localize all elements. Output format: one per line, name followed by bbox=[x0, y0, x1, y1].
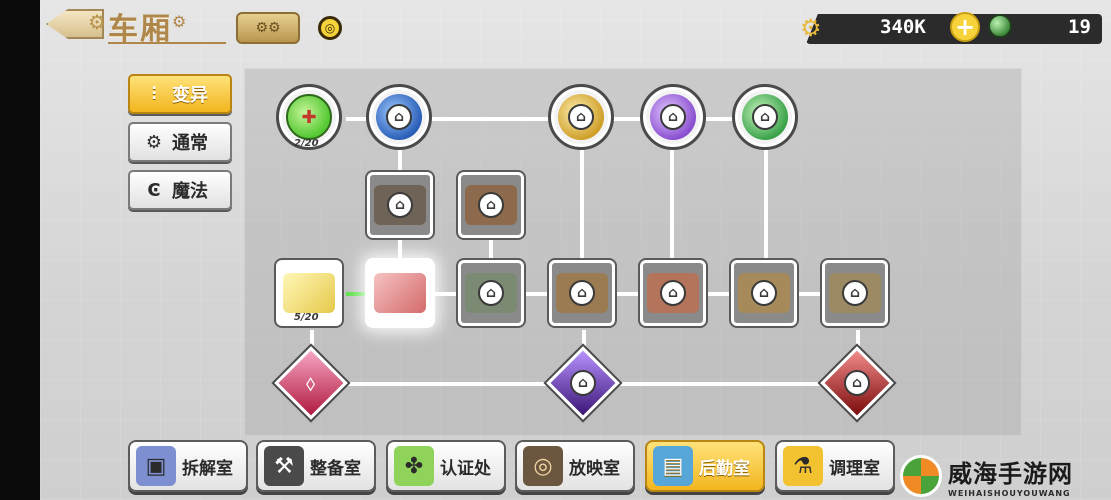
connector bbox=[580, 150, 584, 262]
ingredient-node-locked[interactable]: ⌂ bbox=[640, 260, 706, 326]
ingredient-node-locked[interactable]: ⌂ bbox=[458, 260, 524, 326]
back-button[interactable]: ⚙ bbox=[44, 6, 106, 42]
coin-icon[interactable]: ◎ bbox=[318, 16, 342, 40]
gear-icon: ⚙ bbox=[145, 131, 163, 153]
lock-icon: ⌂ bbox=[660, 104, 686, 130]
gear-currency-icon: ⚙ bbox=[800, 14, 822, 42]
wrap-icon: ⌂ bbox=[465, 273, 517, 313]
connector bbox=[670, 150, 674, 262]
watermark-logo-icon bbox=[900, 455, 942, 497]
tab-label: 魔法 bbox=[172, 181, 208, 202]
cheese-progress: 5/20 bbox=[294, 312, 319, 323]
nav-label: 整备室 bbox=[310, 458, 361, 479]
lock-icon: ⌂ bbox=[387, 192, 413, 218]
game-screen: ⚙ 车厢 ⚙ ⚙⚙ ◎ ⚙ 340K + 19 ⫶ 变异 ⚙ 通常 Ͼ 魔法 ✚… bbox=[0, 0, 1111, 500]
lock-icon: ⌂ bbox=[570, 370, 596, 396]
connector bbox=[764, 150, 768, 262]
nav-label: 认证处 bbox=[440, 458, 491, 479]
basket-icon: ⌂ bbox=[556, 273, 608, 313]
green-bottle-icon: ⌂ bbox=[742, 94, 788, 140]
ingredient-node-locked[interactable]: ⌂ bbox=[367, 172, 433, 238]
title-gear-icon: ⚙ bbox=[172, 12, 187, 31]
nav-logistics-room[interactable]: ▤ 后勤室 bbox=[645, 440, 765, 492]
nav-certification-office[interactable]: ✤ 认证处 bbox=[386, 440, 506, 492]
nav-label: 后勤室 bbox=[699, 458, 750, 479]
nav-label: 放映室 bbox=[569, 458, 620, 479]
cooking-icon: ⚗ bbox=[783, 446, 823, 486]
purple-potion-node[interactable]: ⌂ bbox=[640, 84, 706, 150]
bread-basket-icon: ⌂ bbox=[738, 273, 790, 313]
nav-cooking-room[interactable]: ⚗ 调理室 bbox=[775, 440, 895, 492]
ingredient-node-locked[interactable]: ⌂ bbox=[458, 172, 524, 238]
anvil-icon: ⚒ bbox=[264, 446, 304, 486]
tab-normal[interactable]: ⚙ 通常 bbox=[128, 122, 232, 162]
meat-rock-icon: ⌂ bbox=[374, 185, 426, 225]
train-emblem-icon: ⚙⚙ bbox=[236, 12, 300, 44]
tab-label: 通常 bbox=[172, 133, 208, 154]
watermark: 威海手游网 WEIHAISHOUYOUWANG bbox=[900, 452, 1105, 500]
cheese-icon bbox=[283, 273, 335, 313]
crystal-icon: ⬨ bbox=[306, 370, 316, 396]
red-crystal-icon: ⌂ bbox=[844, 370, 870, 396]
logistics-icon: ▤ bbox=[653, 446, 693, 486]
tech-tree-panel bbox=[244, 68, 1022, 436]
nav-label: 调理室 bbox=[829, 458, 880, 479]
purple-crystal-icon: ⌂ bbox=[570, 370, 596, 396]
lock-icon: ⌂ bbox=[844, 370, 870, 396]
tab-magic[interactable]: Ͼ 魔法 bbox=[128, 170, 232, 210]
lock-icon: ⌂ bbox=[752, 104, 778, 130]
gem-icon bbox=[988, 14, 1012, 38]
connector bbox=[489, 236, 493, 262]
lock-icon: ⌂ bbox=[478, 280, 504, 306]
lock-icon: ⌂ bbox=[386, 104, 412, 130]
gold-potion-icon: ⌂ bbox=[558, 94, 604, 140]
bacon-icon bbox=[374, 273, 426, 313]
tab-label: 变异 bbox=[172, 85, 208, 106]
puzzle-icon: ✤ bbox=[394, 446, 434, 486]
watermark-subtext: WEIHAISHOUYOUWANG bbox=[948, 489, 1071, 498]
nav-disassembly-room[interactable]: ▣ 拆解室 bbox=[128, 440, 248, 492]
lock-icon: ⌂ bbox=[569, 280, 595, 306]
disassembly-icon: ▣ bbox=[136, 446, 176, 486]
gear-icon: ⚙ bbox=[88, 10, 106, 34]
lock-icon: ⌂ bbox=[842, 280, 868, 306]
green-potion-icon: ✚ bbox=[286, 94, 332, 140]
mutation-icon: ⫶ bbox=[151, 83, 157, 105]
magic-icon: Ͼ bbox=[147, 179, 161, 201]
potion-progress: 2/20 bbox=[294, 138, 319, 149]
blue-potion-node[interactable]: ⌂ bbox=[366, 84, 432, 150]
cookie-icon: ⌂ bbox=[465, 185, 517, 225]
ingredient-node-locked[interactable]: ⌂ bbox=[731, 260, 797, 326]
purple-potion-icon: ⌂ bbox=[650, 94, 696, 140]
lock-icon: ⌂ bbox=[751, 280, 777, 306]
lock-icon: ⌂ bbox=[478, 192, 504, 218]
cutting-board-icon: ⌂ bbox=[829, 273, 881, 313]
nav-maintenance-room[interactable]: ⚒ 整备室 bbox=[256, 440, 376, 492]
title-underline bbox=[108, 42, 226, 44]
tab-mutation[interactable]: ⫶ 变异 bbox=[128, 74, 232, 114]
gem-amount: 19 bbox=[1068, 16, 1091, 38]
connector-active bbox=[346, 292, 366, 296]
nav-screening-room[interactable]: ◎ 放映室 bbox=[515, 440, 635, 492]
screen-edge bbox=[0, 0, 40, 500]
lock-icon: ⌂ bbox=[568, 104, 594, 130]
add-currency-button[interactable]: + bbox=[950, 12, 980, 42]
ham-icon: ⌂ bbox=[647, 273, 699, 313]
green-bottle-node[interactable]: ⌂ bbox=[732, 84, 798, 150]
bacon-node[interactable] bbox=[367, 260, 433, 326]
blue-potion-icon: ⌂ bbox=[376, 94, 422, 140]
watermark-text: 威海手游网 bbox=[948, 460, 1073, 488]
ingredient-node-locked[interactable]: ⌂ bbox=[822, 260, 888, 326]
lock-icon: ⌂ bbox=[660, 280, 686, 306]
projector-icon: ◎ bbox=[523, 446, 563, 486]
gold-potion-node[interactable]: ⌂ bbox=[548, 84, 614, 150]
currency-amount: 340K bbox=[880, 16, 926, 38]
ingredient-node-locked[interactable]: ⌂ bbox=[549, 260, 615, 326]
nav-label: 拆解室 bbox=[182, 458, 233, 479]
